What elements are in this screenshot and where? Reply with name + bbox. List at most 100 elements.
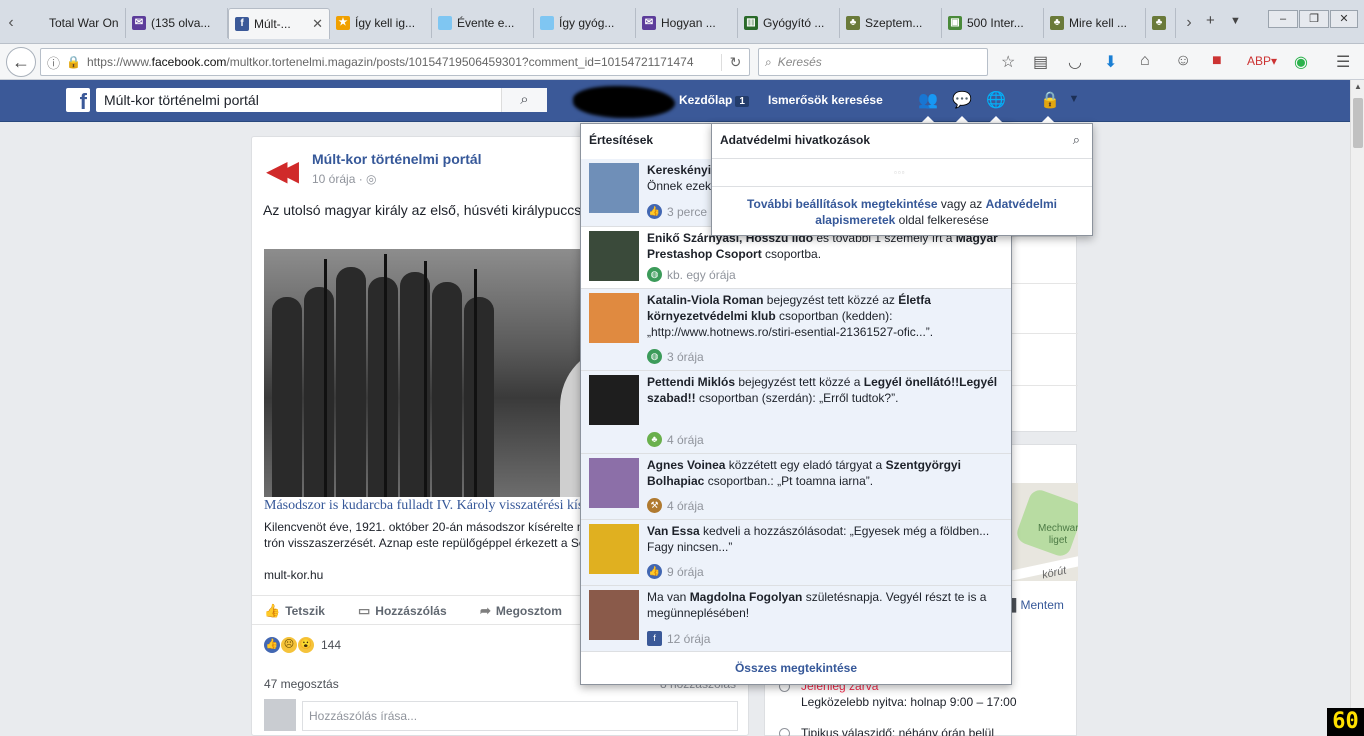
redacted-profile[interactable] bbox=[573, 86, 675, 118]
tabs-scroll-right-icon[interactable]: › bbox=[1180, 10, 1198, 36]
grammarly-icon[interactable]: ◉ bbox=[1294, 52, 1308, 72]
browser-tab[interactable]: ▣ 500 Inter... bbox=[942, 8, 1044, 38]
browser-search-input[interactable]: ⌕ Keresés bbox=[758, 48, 988, 76]
adblock-icon[interactable]: ABP▾ bbox=[1247, 54, 1277, 68]
page-logo-icon[interactable]: ◀◀ bbox=[266, 153, 302, 189]
notification-meta: ♣ 4 órája bbox=[647, 432, 704, 447]
notification-item[interactable]: Pettendi Miklós bejegyzést tett közzé a … bbox=[581, 370, 1011, 453]
tree-icon: ♣ bbox=[647, 432, 662, 447]
notifications-globe-icon[interactable]: 🌐 bbox=[984, 90, 1008, 110]
avatar bbox=[589, 231, 639, 281]
more-settings-link[interactable]: További beállítások megtekintése bbox=[747, 197, 938, 211]
comment-button[interactable]: ▭ Hozzászólás bbox=[358, 603, 447, 619]
chat-icon[interactable]: ☺ bbox=[1175, 52, 1191, 70]
maximize-icon[interactable]: ❐ bbox=[1299, 10, 1329, 28]
fps-counter: 60 bbox=[1327, 708, 1364, 736]
tab-title: Múlt-... bbox=[254, 17, 291, 31]
notification-text: Van Essa kedveli a hozzászólásodat: „Egy… bbox=[647, 524, 990, 554]
loading-icon: ▫▫▫ bbox=[894, 168, 906, 177]
pdf-icon[interactable]: ■ bbox=[1212, 52, 1222, 70]
browser-tab[interactable]: Total War Onl... bbox=[24, 8, 126, 38]
notification-meta: 👍 3 perce bbox=[647, 204, 707, 219]
browser-tab[interactable]: ✉ Hogyan ... bbox=[636, 8, 738, 38]
like-button[interactable]: 👍 Tetszik bbox=[264, 603, 325, 619]
messages-icon[interactable]: 💬 bbox=[950, 90, 974, 110]
close-window-icon[interactable]: ✕ bbox=[1330, 10, 1358, 28]
browser-search-placeholder: Keresés bbox=[777, 55, 822, 69]
avatar bbox=[589, 163, 639, 213]
facebook-search-value[interactable]: Múlt-kor történelmi portál bbox=[96, 92, 501, 108]
notification-item[interactable]: Ma van Magdolna Fogolyan születésnapja. … bbox=[581, 585, 1011, 652]
tab-favicon-icon bbox=[30, 16, 44, 30]
post-time[interactable]: 10 órája · ◎ bbox=[312, 172, 377, 186]
home-icon[interactable]: ⌂ bbox=[1140, 52, 1150, 70]
facebook-search-button[interactable]: ⌕ bbox=[501, 88, 547, 112]
location-map[interactable]: Mechwart liget körút bbox=[1012, 483, 1078, 581]
tab-title: Szeptem... bbox=[865, 16, 923, 30]
notification-item[interactable]: Agnes Voinea közzétett egy eladó tárgyat… bbox=[581, 453, 1011, 519]
minimize-icon[interactable]: – bbox=[1268, 10, 1298, 28]
tab-list-dropdown-icon[interactable]: ▼ bbox=[1230, 15, 1241, 27]
share-button[interactable]: ➦ Megosztom bbox=[480, 603, 562, 619]
download-icon[interactable]: ⬇ bbox=[1104, 52, 1117, 72]
page-scrollbar[interactable]: ▲ bbox=[1350, 80, 1364, 736]
tab-favicon-icon: ✉ bbox=[642, 16, 656, 30]
search-icon[interactable]: ⌕ bbox=[1073, 132, 1080, 148]
avatar bbox=[589, 524, 639, 574]
like-icon: 👍 bbox=[647, 564, 662, 579]
browser-tab[interactable]: Így gyóg... bbox=[534, 8, 636, 38]
url-text[interactable]: https://www.facebook.com/multkor.tortene… bbox=[87, 55, 721, 69]
browser-tab[interactable]: ♣6 bbox=[1146, 8, 1176, 38]
browser-tab[interactable]: ✉ (135 olva... bbox=[126, 8, 228, 38]
new-tab-icon[interactable]: + bbox=[1206, 12, 1215, 29]
response-time: Tipikus válaszidő: néhány órán belül bbox=[801, 726, 995, 736]
avatar bbox=[264, 699, 296, 731]
notification-item[interactable]: Van Essa kedveli a hozzászólásodat: „Egy… bbox=[581, 519, 1011, 585]
scrollbar-thumb[interactable] bbox=[1353, 98, 1363, 148]
tab-favicon-icon: ♣ bbox=[1152, 16, 1166, 30]
search-icon: ⌕ bbox=[765, 54, 772, 69]
url-bar[interactable]: ⓘ 🔒 https://www.facebook.com/multkor.tor… bbox=[40, 48, 750, 76]
comment-input[interactable]: Hozzászólás írása... bbox=[302, 701, 738, 731]
tab-title: Így kell ig... bbox=[355, 16, 416, 30]
scroll-up-icon[interactable]: ▲ bbox=[1351, 82, 1364, 91]
browser-tab[interactable]: ♣ Szeptem... bbox=[840, 8, 942, 38]
reading-list-icon[interactable]: ▤ bbox=[1033, 52, 1048, 72]
tab-list: Total War Onl... ✉ (135 olva... f Múlt-... ✕ ★… bbox=[24, 8, 1176, 39]
like-reaction-icon: 👍 bbox=[264, 637, 280, 653]
notification-meta: 👍 9 órája bbox=[647, 564, 704, 579]
bookmark-star-icon[interactable]: ☆ bbox=[1001, 52, 1015, 72]
notification-item[interactable]: Katalin-Viola Roman bejegyzést tett közz… bbox=[581, 288, 1011, 370]
info-icon[interactable]: ⓘ bbox=[47, 53, 60, 72]
shares-count[interactable]: 47 megosztás bbox=[264, 677, 339, 691]
facebook-search-input[interactable]: Múlt-kor történelmi portál ⌕ bbox=[96, 88, 547, 112]
account-dropdown-icon[interactable]: ▼ bbox=[1062, 93, 1086, 113]
reaction-count[interactable]: 144 bbox=[321, 638, 341, 652]
pocket-icon[interactable]: ◡ bbox=[1068, 52, 1082, 72]
reload-icon[interactable]: ↻ bbox=[721, 53, 749, 71]
find-friends-link[interactable]: Ismerősök keresése bbox=[768, 93, 883, 107]
friend-requests-icon[interactable]: 👥 bbox=[916, 90, 940, 110]
notification-meta: f 12 órája bbox=[647, 631, 710, 646]
menu-icon[interactable]: ☰ bbox=[1336, 52, 1350, 72]
browser-tab[interactable]: ▥ Gyógyító ... bbox=[738, 8, 840, 38]
reactions-summary[interactable]: 👍 ☹ 😮 144 bbox=[264, 637, 341, 653]
link-domain[interactable]: mult-kor.hu bbox=[264, 568, 323, 582]
facebook-logo-icon[interactable]: f bbox=[66, 88, 90, 112]
back-button[interactable]: ← bbox=[6, 47, 36, 77]
browser-tab[interactable]: Évente e... bbox=[432, 8, 534, 38]
post-page-name[interactable]: Múlt-kor történelmi portál bbox=[312, 151, 482, 167]
privacy-shortcuts-icon[interactable]: 🔒 bbox=[1038, 90, 1062, 110]
lock-icon: 🔒 bbox=[66, 55, 81, 69]
notification-time: kb. egy órája bbox=[667, 267, 736, 282]
tab-title: Évente e... bbox=[457, 16, 515, 30]
tabs-scroll-left-icon[interactable]: ‹ bbox=[2, 10, 20, 36]
tab-title: Total War Onl... bbox=[49, 16, 119, 30]
checkin-button[interactable]: ▌Mentem bbox=[1012, 598, 1064, 612]
close-tab-icon[interactable]: ✕ bbox=[312, 16, 323, 32]
browser-tab[interactable]: f Múlt-... ✕ bbox=[228, 8, 330, 39]
browser-tab[interactable]: ♣ Mire kell ... bbox=[1044, 8, 1146, 38]
home-link[interactable]: Kezdőlap 1 bbox=[679, 93, 749, 107]
see-all-notifications-link[interactable]: Összes megtekintése bbox=[581, 651, 1011, 684]
browser-tab[interactable]: ★ Így kell ig... bbox=[330, 8, 432, 38]
